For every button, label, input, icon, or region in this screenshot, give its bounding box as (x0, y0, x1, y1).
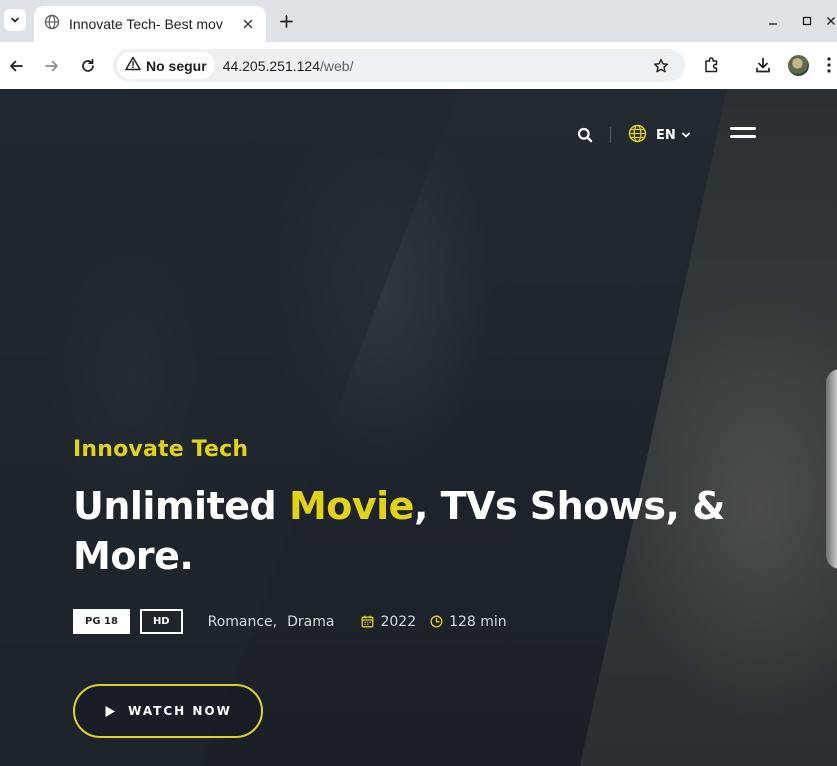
hero-eyebrow: Innovate Tech (73, 437, 249, 462)
minimize-window-icon[interactable] (764, 12, 782, 30)
bookmark-star-icon[interactable] (651, 56, 671, 76)
browser-tab-active[interactable]: Innovate Tech- Best mov (34, 6, 266, 42)
genre-link-drama[interactable]: Drama (287, 614, 334, 630)
language-selector[interactable]: EN (628, 124, 691, 146)
warning-triangle-icon (125, 56, 141, 75)
hero-headline: Unlimited Movie, TVs Shows, & More. (73, 481, 763, 581)
duration-text: 128 min (449, 613, 507, 630)
tab-title: Innovate Tech- Best mov (69, 16, 223, 32)
watch-now-label: WATCH NOW (128, 704, 232, 718)
profile-avatar[interactable] (788, 55, 809, 76)
security-chip[interactable]: No segur (117, 52, 215, 79)
globe-favicon-icon (44, 14, 60, 34)
play-icon (104, 705, 116, 718)
headline-highlight: Movie (288, 484, 415, 528)
close-window-icon[interactable] (826, 12, 837, 30)
browser-toolbar: No segur 44.205.251.124/web/ (0, 42, 837, 89)
browser-tab-bar: Innovate Tech- Best mov (0, 0, 837, 42)
search-icon[interactable] (576, 126, 594, 144)
address-bar[interactable]: No segur 44.205.251.124/web/ (113, 49, 685, 82)
extensions-puzzle-icon[interactable] (700, 53, 724, 77)
reload-icon[interactable] (76, 54, 100, 78)
watch-now-button[interactable]: WATCH NOW (73, 684, 263, 738)
chevron-down-icon (681, 130, 691, 140)
year-text: 2022 (380, 613, 417, 630)
more-menu-icon[interactable] (826, 53, 837, 77)
back-arrow-icon[interactable] (4, 54, 28, 78)
quality-badge: HD (139, 609, 183, 634)
forward-arrow-icon[interactable] (40, 54, 64, 78)
globe-icon (628, 124, 647, 147)
clock-icon (430, 615, 443, 628)
tab-close-icon[interactable] (239, 15, 257, 33)
security-label: No segur (146, 57, 207, 74)
tab-list-chevron-icon[interactable] (4, 9, 26, 31)
maximize-window-icon[interactable] (798, 12, 816, 30)
movie-meta: PG 18 HD Romance, Drama 2022 128 min (73, 609, 507, 634)
hamburger-menu-icon[interactable] (730, 125, 756, 143)
headline-part-1: Unlimited (73, 484, 289, 528)
url-host: 44.205.251.124 (222, 57, 321, 74)
download-icon[interactable] (751, 53, 775, 77)
calendar-icon (361, 615, 374, 628)
rating-badge: PG 18 (73, 609, 130, 634)
hero-figure-edge (826, 369, 837, 569)
runtime: 128 min (430, 614, 507, 630)
hero-section: EN Innovate Tech Unlimited Movie, TVs Sh… (0, 89, 837, 766)
release-year: 2022 (361, 614, 416, 630)
url-path: /web/ (320, 57, 354, 74)
url-text: 44.205.251.124/web/ (223, 58, 354, 74)
genre-link-romance[interactable]: Romance, (208, 614, 278, 630)
header-divider (610, 127, 611, 143)
language-label: EN (656, 127, 676, 143)
new-tab-plus-icon[interactable] (276, 11, 296, 31)
